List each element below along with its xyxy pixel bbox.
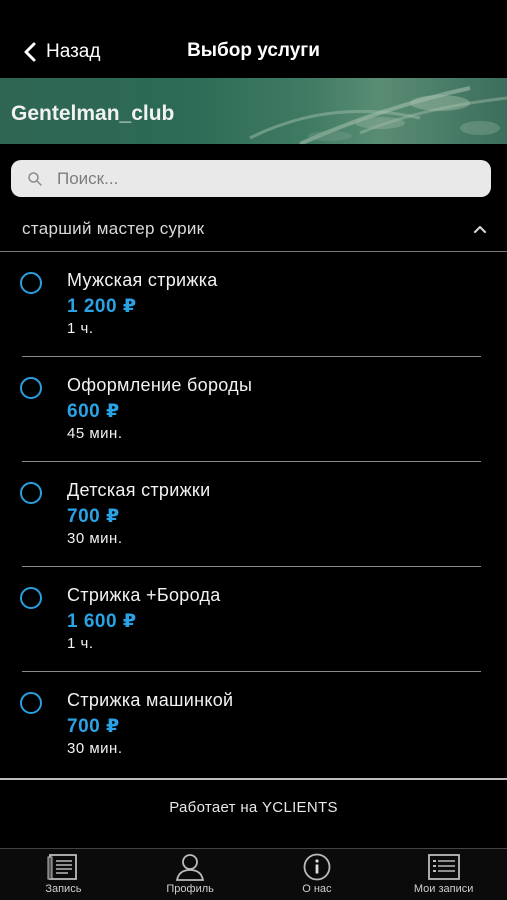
service-duration: 30 мин.: [67, 740, 123, 757]
service-item[interactable]: Мужская стрижка 1 200 ₽ 1 ч.: [0, 252, 507, 357]
footer-divider: [0, 778, 507, 780]
tab-label: О нас: [302, 883, 332, 895]
tab-label: Профиль: [166, 883, 214, 895]
service-price: 1 200 ₽: [67, 296, 137, 317]
service-duration: 30 мин.: [67, 530, 123, 547]
navigation-bar: Назад Выбор услуги: [0, 0, 507, 78]
page-title: Выбор услуги: [187, 40, 320, 61]
company-name: Gentelman_club: [11, 102, 175, 125]
service-name: Оформление бороды: [67, 375, 253, 395]
service-item[interactable]: Стрижка машинкой 700 ₽ 30 мин.: [0, 672, 507, 777]
service-item[interactable]: Детская стрижки 700 ₽ 30 мин.: [0, 462, 507, 567]
service-price: 600 ₽: [67, 401, 120, 422]
tab-label: Мои записи: [413, 883, 474, 895]
service-price: 700 ₽: [67, 506, 120, 527]
tab-about[interactable]: О нас: [254, 849, 381, 900]
service-duration: 1 ч.: [67, 320, 94, 337]
service-price: 700 ₽: [67, 716, 120, 737]
radio-button[interactable]: [20, 272, 42, 294]
service-duration: 45 мин.: [67, 425, 123, 442]
radio-button[interactable]: [20, 587, 42, 609]
service-name: Мужская стрижка: [67, 270, 218, 290]
tab-label: Запись: [45, 883, 82, 895]
tab-bar: Запись Профиль О нас Мои записи: [0, 848, 507, 900]
service-price: 1 600 ₽: [67, 611, 137, 632]
company-banner: Gentelman_club: [0, 78, 507, 144]
chevron-up-icon[interactable]: [473, 222, 487, 236]
book-icon: [47, 854, 78, 880]
powered-by-text[interactable]: Работает на YCLIENTS: [0, 799, 507, 816]
radio-button[interactable]: [20, 482, 42, 504]
service-item[interactable]: Оформление бороды 600 ₽ 45 мин.: [0, 357, 507, 462]
list-icon: [427, 854, 460, 880]
service-duration: 1 ч.: [67, 635, 94, 652]
tab-profile[interactable]: Профиль: [127, 849, 254, 900]
service-list: Мужская стрижка 1 200 ₽ 1 ч. Оформление …: [0, 252, 507, 777]
service-item[interactable]: Стрижка +Борода 1 600 ₽ 1 ч.: [0, 567, 507, 672]
radio-button[interactable]: [20, 377, 42, 399]
tab-booking[interactable]: Запись: [0, 849, 127, 900]
category-header[interactable]: старший мастер сурик: [0, 206, 507, 252]
radio-button[interactable]: [20, 692, 42, 714]
tab-my-bookings[interactable]: Мои записи: [380, 849, 507, 900]
search-icon: [28, 171, 42, 186]
category-label: старший мастер сурик: [22, 219, 205, 238]
info-icon: [303, 853, 331, 881]
search-input[interactable]: [57, 168, 457, 189]
service-name: Детская стрижки: [67, 480, 211, 500]
service-name: Стрижка машинкой: [67, 690, 234, 710]
search-bar[interactable]: [11, 160, 491, 197]
service-name: Стрижка +Борода: [67, 585, 221, 605]
profile-icon: [176, 854, 205, 881]
